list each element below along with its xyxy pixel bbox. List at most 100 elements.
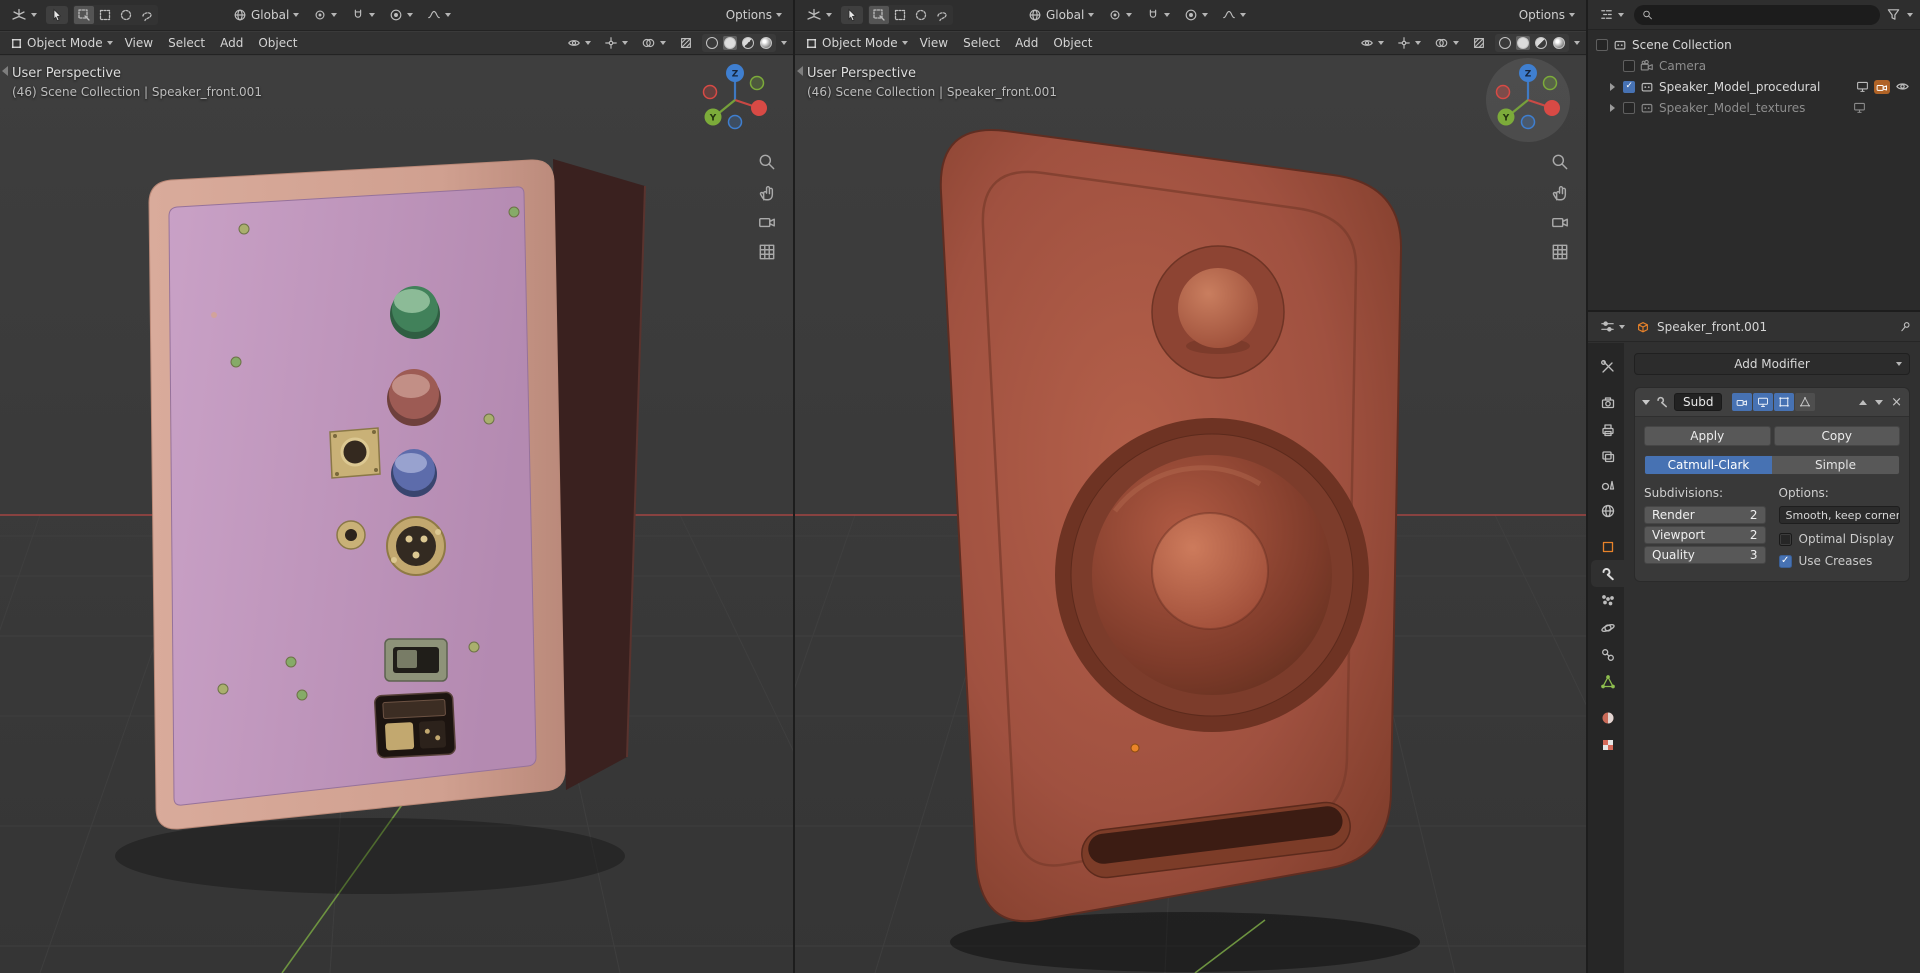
- shading-wireframe-button[interactable]: [1498, 36, 1512, 50]
- menu-view[interactable]: View: [913, 34, 955, 52]
- camera-view-icon[interactable]: [1550, 212, 1570, 232]
- tab-view-layer[interactable]: [1591, 443, 1624, 470]
- tab-particles[interactable]: [1591, 587, 1624, 614]
- box-select-icon[interactable]: [890, 6, 910, 24]
- viewport-canvas-right[interactable]: User Perspective (46) Scene Collection |…: [795, 56, 1586, 973]
- apply-button[interactable]: Apply: [1644, 426, 1771, 446]
- object-visibility-dropdown[interactable]: [563, 34, 595, 52]
- move-modifier-down-button[interactable]: [1872, 394, 1885, 410]
- exclude-checkbox[interactable]: [1596, 39, 1608, 51]
- toggle-editmode-button[interactable]: [1774, 393, 1794, 411]
- disable-render-button[interactable]: [1874, 80, 1890, 94]
- transform-orientation-dropdown[interactable]: Global: [1024, 6, 1098, 24]
- editor-type-button[interactable]: [802, 5, 836, 25]
- uv-smooth-dropdown[interactable]: Smooth, keep corners: [1779, 506, 1901, 524]
- render-levels-slider[interactable]: Render 2: [1644, 506, 1766, 524]
- disable-viewport-icon[interactable]: [1856, 80, 1869, 93]
- menu-object[interactable]: Object: [1046, 34, 1099, 52]
- menu-add[interactable]: Add: [213, 34, 250, 52]
- tab-world[interactable]: [1591, 497, 1624, 524]
- shading-options-chevron[interactable]: [781, 41, 787, 45]
- zoom-icon[interactable]: [757, 152, 777, 172]
- snap-toggle[interactable]: [347, 6, 379, 24]
- outliner-search-input[interactable]: [1658, 8, 1872, 22]
- menu-select[interactable]: Select: [161, 34, 212, 52]
- tab-modifiers[interactable]: [1591, 560, 1624, 587]
- outliner-search[interactable]: [1634, 5, 1880, 25]
- outliner-row-speaker-textures[interactable]: Speaker_Model_textures: [1588, 97, 1920, 118]
- quality-slider[interactable]: Quality 3: [1644, 546, 1766, 564]
- toggle-render-button[interactable]: [1732, 393, 1752, 411]
- outliner-row-speaker-procedural[interactable]: Speaker_Model_procedural: [1588, 76, 1920, 97]
- outliner-row-camera[interactable]: Camera: [1588, 55, 1920, 76]
- tab-scene[interactable]: [1591, 470, 1624, 497]
- tab-texture[interactable]: [1591, 731, 1624, 758]
- simple-button[interactable]: Simple: [1772, 456, 1899, 474]
- viewport-canvas-left[interactable]: User Perspective (46) Scene Collection |…: [0, 56, 793, 973]
- viewport-levels-slider[interactable]: Viewport 2: [1644, 526, 1766, 544]
- snap-toggle[interactable]: [1142, 6, 1174, 24]
- active-tool-button[interactable]: [841, 6, 863, 24]
- falloff-dropdown[interactable]: [423, 6, 455, 24]
- expand-triangle-icon[interactable]: [1610, 83, 1615, 91]
- circle-select-icon[interactable]: [911, 6, 931, 24]
- lasso-select-icon[interactable]: [137, 6, 157, 24]
- editor-type-button[interactable]: [1596, 317, 1629, 336]
- outliner-row-scene-collection[interactable]: Scene Collection: [1588, 34, 1920, 55]
- object-visibility-dropdown[interactable]: [1356, 34, 1388, 52]
- toggle-cage-button[interactable]: [1795, 393, 1815, 411]
- transform-orientation-dropdown[interactable]: Global: [229, 6, 303, 24]
- orthographic-grid-icon[interactable]: [1550, 242, 1570, 262]
- pan-hand-icon[interactable]: [757, 182, 777, 202]
- shading-material-button[interactable]: [741, 36, 755, 50]
- expand-triangle-icon[interactable]: [1610, 104, 1615, 112]
- viewport-3d-left[interactable]: Global Options: [0, 0, 793, 973]
- catmull-clark-button[interactable]: Catmull-Clark: [1645, 456, 1772, 474]
- shading-options-chevron[interactable]: [1574, 41, 1580, 45]
- tab-material[interactable]: [1591, 704, 1624, 731]
- tab-object[interactable]: [1591, 533, 1624, 560]
- active-tool-button[interactable]: [46, 6, 68, 24]
- proportional-edit-toggle[interactable]: [1180, 6, 1212, 24]
- navigation-gizmo[interactable]: Z Y: [691, 56, 779, 144]
- box-select-icon[interactable]: [95, 6, 115, 24]
- tab-physics[interactable]: [1591, 614, 1624, 641]
- add-modifier-button[interactable]: Add Modifier: [1634, 353, 1910, 375]
- filter-funnel-icon[interactable]: [1886, 7, 1901, 22]
- transform-pivot-dropdown[interactable]: [309, 6, 341, 24]
- tweak-select-icon[interactable]: [869, 6, 889, 24]
- shading-solid-button[interactable]: [1516, 36, 1530, 50]
- filter-chevron[interactable]: [1907, 13, 1913, 17]
- transform-pivot-dropdown[interactable]: [1104, 6, 1136, 24]
- shading-solid-button[interactable]: [723, 36, 737, 50]
- optimal-display-checkbox[interactable]: [1779, 533, 1792, 546]
- overlays-dropdown[interactable]: [1430, 34, 1463, 52]
- gizmos-dropdown[interactable]: [1393, 34, 1425, 52]
- circle-select-icon[interactable]: [116, 6, 136, 24]
- tab-output[interactable]: [1591, 416, 1624, 443]
- exclude-checkbox[interactable]: [1623, 60, 1635, 72]
- shading-material-button[interactable]: [1534, 36, 1548, 50]
- toggle-realtime-button[interactable]: [1753, 393, 1773, 411]
- options-dropdown[interactable]: Options: [722, 6, 786, 24]
- exclude-checkbox[interactable]: [1623, 102, 1635, 114]
- menu-add[interactable]: Add: [1008, 34, 1045, 52]
- tweak-select-icon[interactable]: [74, 6, 94, 24]
- exclude-checkbox[interactable]: [1623, 81, 1635, 93]
- use-creases-checkbox[interactable]: [1779, 555, 1792, 568]
- delete-modifier-button[interactable]: [1891, 396, 1902, 409]
- copy-button[interactable]: Copy: [1774, 426, 1901, 446]
- overlays-dropdown[interactable]: [637, 34, 670, 52]
- navigation-gizmo[interactable]: Z Y: [1484, 56, 1572, 144]
- tab-render[interactable]: [1591, 389, 1624, 416]
- options-dropdown[interactable]: Options: [1515, 6, 1579, 24]
- editor-type-button[interactable]: [1595, 5, 1628, 24]
- pan-hand-icon[interactable]: [1550, 182, 1570, 202]
- tab-object-data[interactable]: [1591, 668, 1624, 695]
- shading-rendered-button[interactable]: [759, 36, 773, 50]
- xray-toggle[interactable]: [675, 34, 697, 52]
- pin-icon[interactable]: [1898, 320, 1912, 334]
- tab-constraints[interactable]: [1591, 641, 1624, 668]
- disable-viewport-icon[interactable]: [1853, 101, 1866, 114]
- toolbar-expand-arrow[interactable]: [2, 66, 8, 76]
